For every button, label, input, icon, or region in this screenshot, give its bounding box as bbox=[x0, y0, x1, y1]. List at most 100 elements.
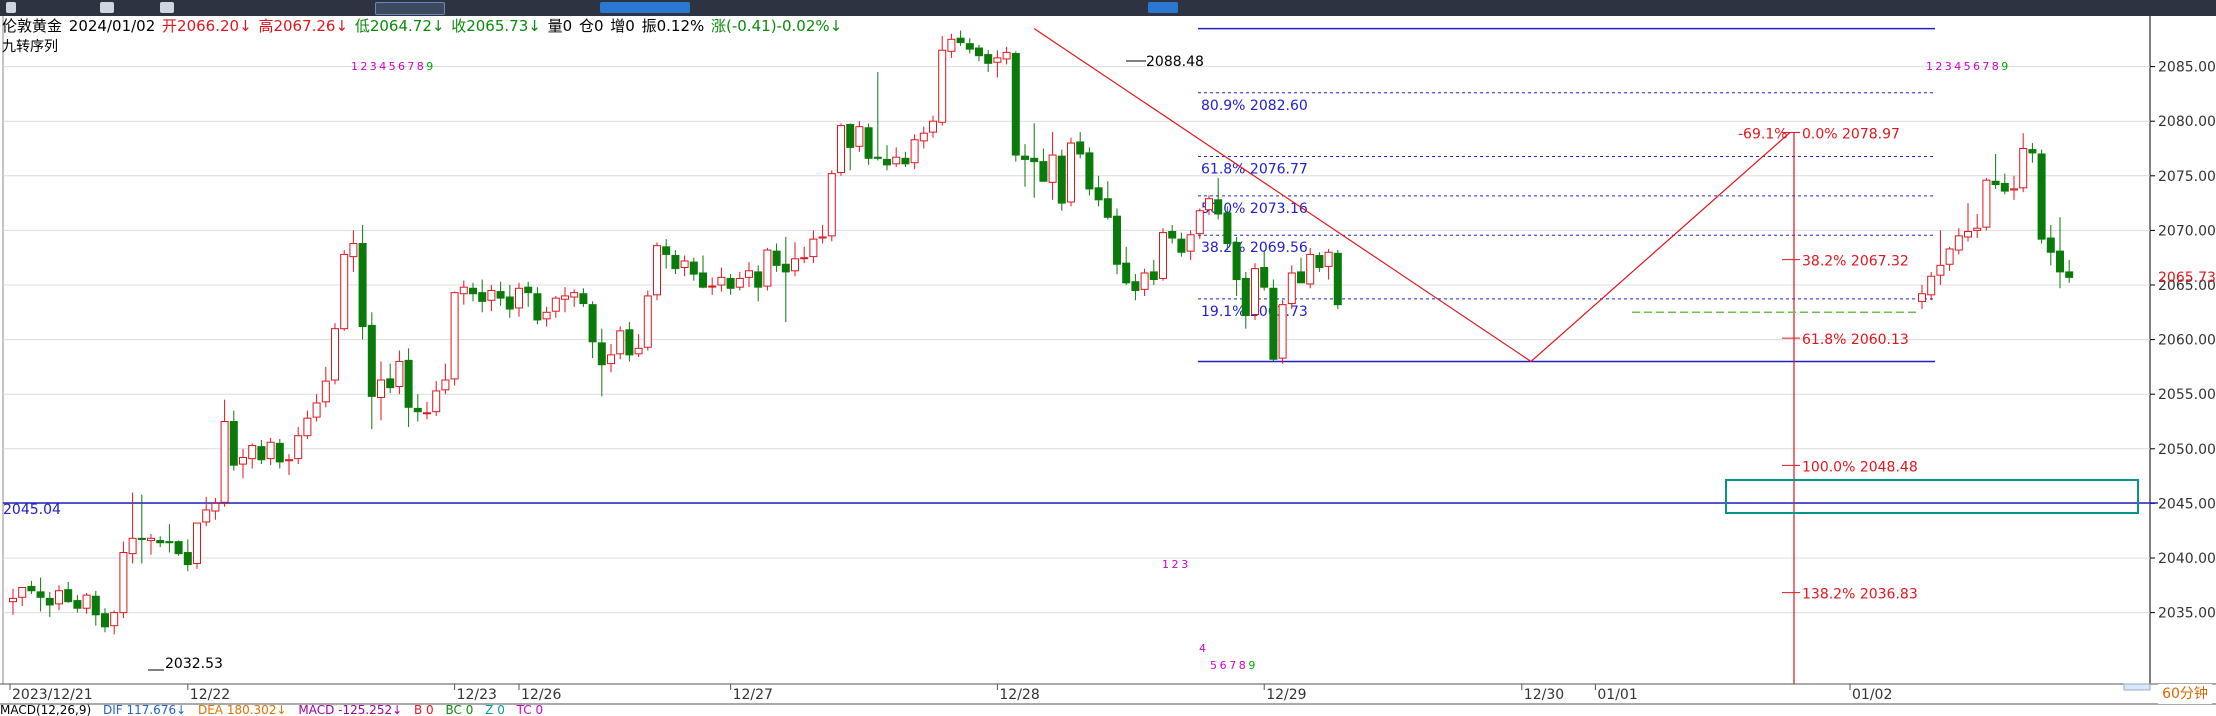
candle-body bbox=[919, 132, 928, 142]
candle-body bbox=[607, 354, 615, 365]
volume: 量0 bbox=[547, 17, 573, 35]
candle-body bbox=[1159, 232, 1167, 279]
candle-body bbox=[1214, 199, 1223, 215]
candle-body bbox=[1186, 234, 1195, 252]
candle-body bbox=[2065, 271, 2074, 278]
candle-body bbox=[27, 585, 36, 592]
macd-dif: DIF 117.676↓ bbox=[102, 704, 187, 716]
candle-body bbox=[561, 295, 569, 300]
period-label[interactable]: 60分钟 bbox=[2158, 684, 2212, 704]
candle-body bbox=[791, 258, 799, 272]
candle-body bbox=[634, 347, 643, 355]
candle-body bbox=[174, 541, 183, 555]
candle-body bbox=[726, 277, 735, 289]
candle-body bbox=[312, 402, 321, 418]
candle-body bbox=[1287, 272, 1296, 305]
x-tick-label: 01/01 bbox=[1597, 687, 1637, 703]
candle-body bbox=[671, 255, 680, 270]
candle-body bbox=[929, 120, 937, 133]
candle-body bbox=[193, 522, 201, 564]
candle-body bbox=[653, 245, 661, 296]
candle-body bbox=[938, 49, 947, 123]
candle-body bbox=[55, 590, 63, 605]
candle-body bbox=[432, 390, 441, 413]
td-count: 3 bbox=[370, 60, 377, 73]
candle-body bbox=[956, 37, 965, 44]
candle-body bbox=[331, 328, 339, 381]
close-price: 收2065.73↓ bbox=[451, 17, 541, 35]
candle-body bbox=[901, 157, 910, 165]
candle-body bbox=[2028, 149, 2037, 154]
macd-tc: TC 0 bbox=[516, 704, 544, 716]
y-tick-label: 2080.00 bbox=[2158, 114, 2216, 130]
candle-body bbox=[18, 586, 27, 598]
candle-body bbox=[1094, 187, 1103, 201]
fib-ext-label: 100.0% 2048.48 bbox=[1802, 459, 1918, 475]
y-tick-label: 2055.00 bbox=[2158, 387, 2216, 403]
candle-body bbox=[459, 286, 468, 295]
candle-body bbox=[110, 612, 119, 627]
candle-body bbox=[202, 509, 211, 523]
price-chart[interactable]: 2085.002080.002075.002070.002065.002060.… bbox=[0, 0, 2216, 714]
candle-body bbox=[864, 127, 873, 159]
candle-body bbox=[662, 246, 671, 255]
candle-body bbox=[1067, 142, 1075, 203]
x-tick-label: 12/26 bbox=[521, 687, 561, 703]
candle-body bbox=[1251, 268, 1259, 315]
highlight-box bbox=[1725, 479, 2139, 514]
candle-body bbox=[119, 552, 128, 614]
candle-body bbox=[1113, 215, 1121, 265]
quote-date: 2024/01/02 bbox=[68, 17, 156, 35]
candle-body bbox=[505, 296, 514, 310]
candle-body bbox=[1149, 271, 1158, 281]
low-price: 低2064.72↓ bbox=[354, 17, 445, 35]
td-count: 7 bbox=[407, 60, 414, 73]
candle-body bbox=[367, 324, 376, 397]
candle-body bbox=[763, 249, 772, 287]
fib-level-label: 80.9% 2082.60 bbox=[1201, 98, 1308, 114]
candle-body bbox=[395, 360, 404, 388]
candle-body bbox=[340, 253, 349, 330]
td-count: 4 bbox=[1199, 642, 1206, 655]
candle-body bbox=[551, 297, 560, 312]
candle-body bbox=[2010, 188, 2018, 191]
candle-body bbox=[947, 38, 956, 52]
td-count: 2 bbox=[1935, 60, 1942, 73]
candle-body bbox=[1076, 141, 1085, 155]
candle-body bbox=[1030, 157, 1039, 163]
candle-body bbox=[883, 158, 891, 166]
high-price: 高2067.26↓ bbox=[258, 17, 349, 35]
indicator-title: 九转序列 bbox=[2, 39, 58, 55]
candle-body bbox=[717, 276, 726, 286]
candle-body bbox=[386, 378, 395, 389]
candle-body bbox=[1918, 293, 1926, 302]
candle-body bbox=[303, 417, 312, 437]
y-tick-label: 2085.00 bbox=[2158, 60, 2216, 76]
candle-body bbox=[1168, 230, 1177, 239]
fib-ext-label: 38.2% 2067.32 bbox=[1802, 254, 1909, 270]
amplitude: 振0.12% bbox=[641, 17, 705, 35]
candle-body bbox=[1964, 230, 1972, 238]
candle-body bbox=[441, 379, 450, 391]
candle-body bbox=[1945, 248, 1954, 265]
candle-body bbox=[1315, 255, 1324, 269]
td-count: 9 bbox=[2001, 60, 2008, 73]
x-tick-label: 12/22 bbox=[190, 687, 230, 703]
candle-body bbox=[643, 295, 652, 348]
fib-ext-neg-label: -69.1% bbox=[1738, 126, 1788, 142]
candle-body bbox=[855, 126, 864, 147]
candle-body bbox=[64, 589, 73, 603]
candle-body bbox=[1039, 161, 1048, 182]
candle-body bbox=[975, 47, 983, 57]
candle-body bbox=[137, 537, 146, 540]
candle-body bbox=[321, 380, 330, 403]
trend-line bbox=[1033, 28, 1791, 363]
candle-body bbox=[1260, 267, 1269, 288]
price-change: 涨(-0.41)-0.02%↓ bbox=[711, 17, 843, 35]
candle-body bbox=[266, 441, 275, 460]
candle-body bbox=[837, 125, 845, 174]
candle-body bbox=[423, 412, 431, 415]
candle-body bbox=[82, 594, 91, 609]
candle-body bbox=[183, 552, 192, 566]
candle-body bbox=[993, 57, 1002, 63]
